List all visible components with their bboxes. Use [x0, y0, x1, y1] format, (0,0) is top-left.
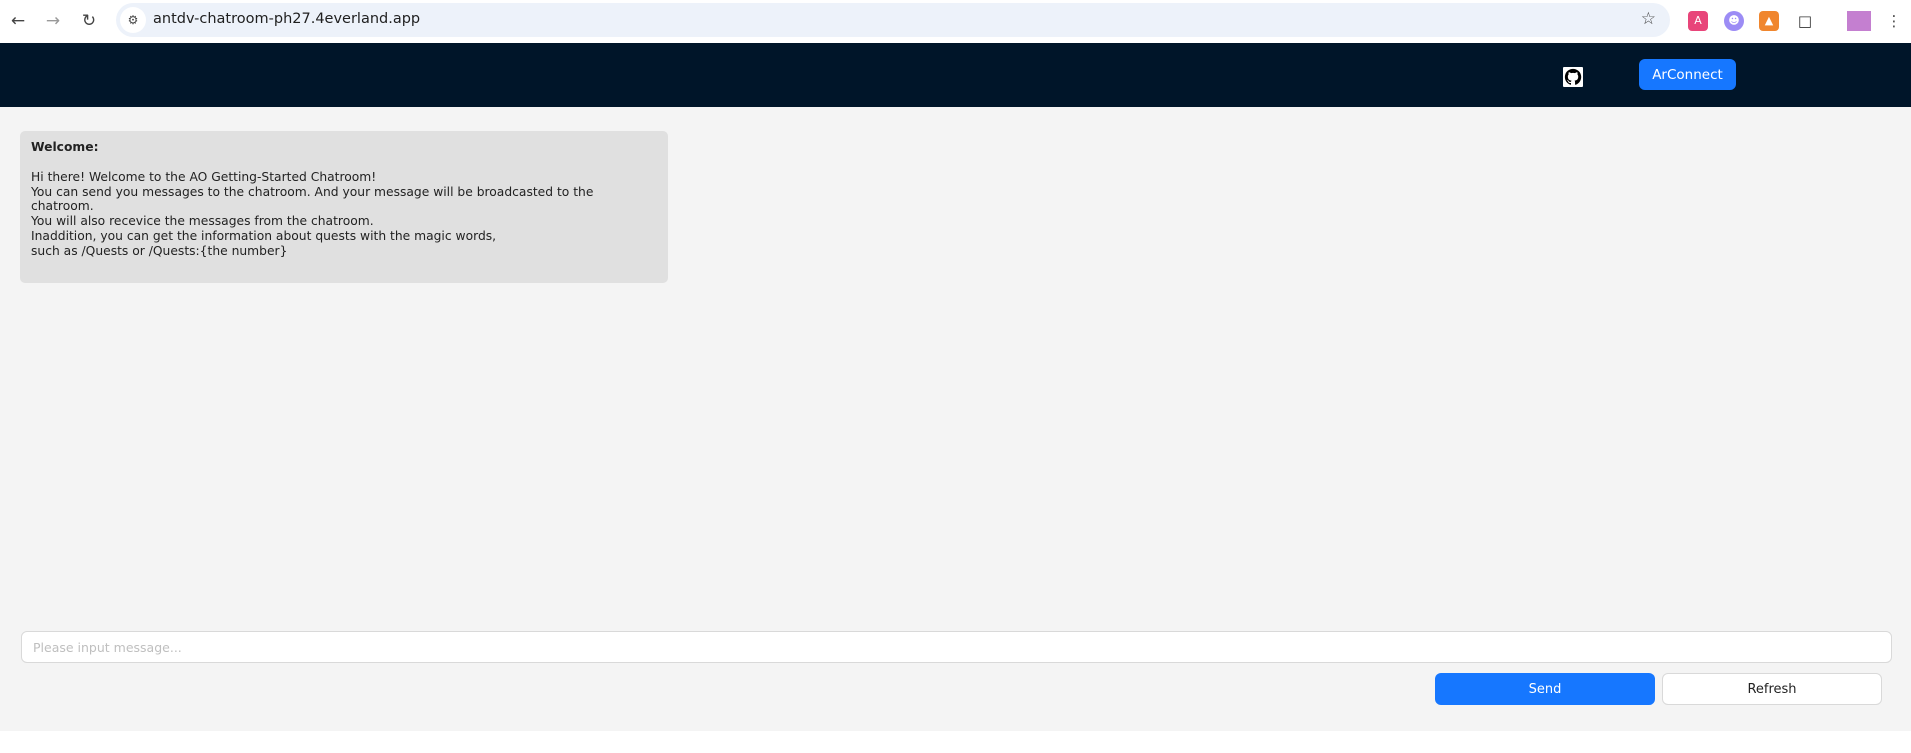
forward-icon[interactable]: → [41, 9, 65, 33]
message-line: such as /Quests or /Quests:{the number} [31, 243, 288, 258]
github-icon[interactable] [1563, 67, 1583, 87]
welcome-message: Welcome: Hi there! Welcome to the AO Get… [20, 131, 668, 283]
site-info-icon[interactable]: ⚙ [120, 7, 146, 33]
app-header [0, 43, 1911, 107]
message-line: You will also recevice the messages from… [31, 214, 374, 229]
chat-area: Welcome: Hi there! Welcome to the AO Get… [0, 107, 1911, 731]
back-icon[interactable]: ← [6, 9, 30, 33]
message-input[interactable] [21, 631, 1892, 663]
metamask-fox-icon[interactable]: ▲ [1759, 11, 1779, 31]
message-line: Hi there! Welcome to the AO Getting-Star… [31, 169, 377, 184]
profile-avatar[interactable] [1847, 11, 1871, 31]
url-text[interactable]: antdv-chatroom-ph27.4everland.app [153, 11, 420, 27]
extensions-puzzle-icon[interactable]: □ [1795, 11, 1815, 31]
message-title: Welcome: [31, 140, 99, 154]
address-bar[interactable]: ⚙ antdv-chatroom-ph27.4everland.app ☆ [116, 3, 1670, 37]
send-button[interactable]: Send [1435, 673, 1655, 705]
browser-toolbar: ← → ↻ ⚙ antdv-chatroom-ph27.4everland.ap… [0, 0, 1911, 43]
extension-icon[interactable]: ☻ [1724, 11, 1744, 31]
refresh-button[interactable]: Refresh [1662, 673, 1882, 705]
bookmark-star-icon[interactable]: ☆ [1641, 9, 1656, 29]
message-line: Inaddition, you can get the information … [31, 228, 497, 243]
message-line: You can send you messages to the chatroo… [31, 184, 594, 214]
translate-extension-icon[interactable]: A [1688, 11, 1708, 31]
arconnect-button[interactable]: ArConnect [1639, 59, 1736, 90]
reload-icon[interactable]: ↻ [77, 9, 101, 33]
menu-icon[interactable]: ⋮ [1884, 11, 1904, 31]
